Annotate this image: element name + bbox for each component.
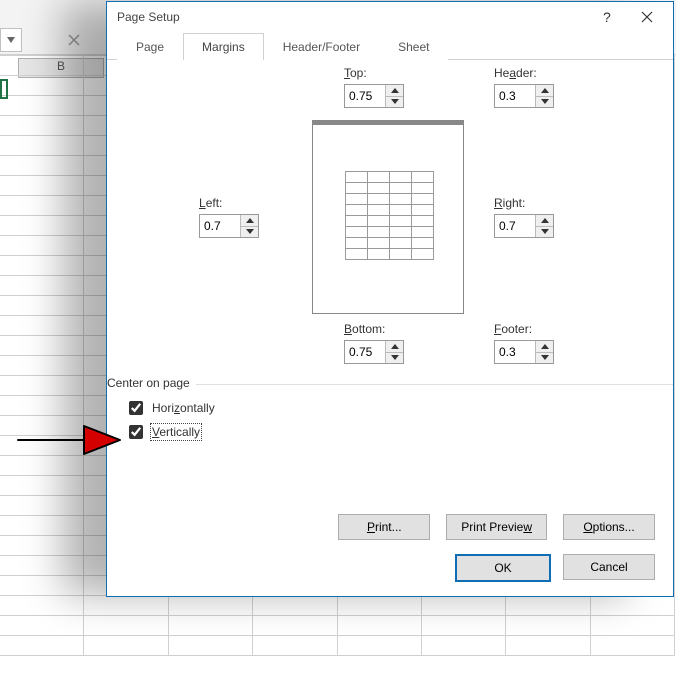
field-bottom: Bottom: (344, 322, 404, 364)
label-top-rest: op: (350, 66, 367, 80)
label-top: Top: (344, 66, 404, 80)
spin-up-icon[interactable] (536, 85, 553, 97)
formula-cancel-icon[interactable] (62, 28, 86, 52)
spinner-footer (494, 340, 554, 364)
label-bottom: Bottom: (344, 322, 404, 336)
spinner-arrows (535, 341, 553, 363)
label-right: Right: (494, 196, 554, 210)
options-button[interactable]: Options... (563, 514, 655, 540)
center-on-page-label: Center on page (107, 376, 196, 390)
spinner-arrows (385, 85, 403, 107)
spinner-top (344, 84, 404, 108)
active-cell-indicator (0, 79, 8, 99)
print-button[interactable]: Print... (338, 514, 430, 540)
spin-down-icon[interactable] (386, 97, 403, 108)
tab-header-footer[interactable]: Header/Footer (264, 33, 379, 60)
cancel-button[interactable]: Cancel (563, 554, 655, 580)
spin-down-icon[interactable] (536, 227, 553, 238)
spin-down-icon[interactable] (386, 353, 403, 364)
field-top: Top: (344, 66, 404, 108)
page-setup-dialog: Page Setup ? Page Margins Header/Footer … (106, 1, 674, 597)
print-preview-button[interactable]: Print Preview (446, 514, 547, 540)
dialog-body: Top: Header: Left: (107, 60, 673, 596)
input-left[interactable] (200, 215, 240, 237)
tab-strip: Page Margins Header/Footer Sheet (107, 32, 673, 60)
spinner-header (494, 84, 554, 108)
field-footer: Footer: (494, 322, 554, 364)
action-button-row: Print... Print Preview Options... (107, 514, 655, 540)
field-header: Header: (494, 66, 554, 108)
spinner-arrows (385, 341, 403, 363)
spin-up-icon[interactable] (386, 85, 403, 97)
spinner-left (199, 214, 259, 238)
dialog-footer: OK Cancel (455, 554, 655, 582)
checkbox-horizontally[interactable]: Horizontally (125, 398, 215, 418)
spin-up-icon[interactable] (536, 341, 553, 353)
help-button[interactable]: ? (587, 3, 627, 31)
spinner-right (494, 214, 554, 238)
spinner-arrows (240, 215, 258, 237)
name-box-dropdown[interactable] (0, 28, 22, 52)
checkbox-horizontally-input[interactable] (129, 401, 143, 415)
preview-cells (345, 171, 433, 259)
dialog-titlebar[interactable]: Page Setup ? (107, 2, 673, 32)
ok-button[interactable]: OK (455, 554, 551, 582)
field-left: Left: (199, 196, 259, 238)
tab-margins[interactable]: Margins (183, 33, 264, 60)
label-left: Left: (199, 196, 259, 210)
spinner-arrows (535, 85, 553, 107)
input-right[interactable] (495, 215, 535, 237)
checkbox-vertically[interactable]: Vertically (125, 422, 200, 442)
dialog-title: Page Setup (117, 10, 587, 24)
margin-preview (312, 120, 464, 314)
input-footer[interactable] (495, 341, 535, 363)
spin-up-icon[interactable] (241, 215, 258, 227)
tab-sheet[interactable]: Sheet (379, 33, 448, 60)
close-button[interactable] (627, 3, 667, 31)
label-footer: Footer: (494, 322, 554, 336)
label-header: Header: (494, 66, 554, 80)
field-right: Right: (494, 196, 554, 238)
input-header[interactable] (495, 85, 535, 107)
spin-up-icon[interactable] (536, 215, 553, 227)
spin-down-icon[interactable] (536, 353, 553, 364)
input-bottom[interactable] (345, 341, 385, 363)
spin-down-icon[interactable] (241, 227, 258, 238)
checkbox-vertically-input[interactable] (129, 425, 143, 439)
tab-page[interactable]: Page (117, 33, 183, 60)
spinner-bottom (344, 340, 404, 364)
spin-up-icon[interactable] (386, 341, 403, 353)
spin-down-icon[interactable] (536, 97, 553, 108)
input-top[interactable] (345, 85, 385, 107)
spinner-arrows (535, 215, 553, 237)
svg-text:?: ? (603, 10, 611, 24)
